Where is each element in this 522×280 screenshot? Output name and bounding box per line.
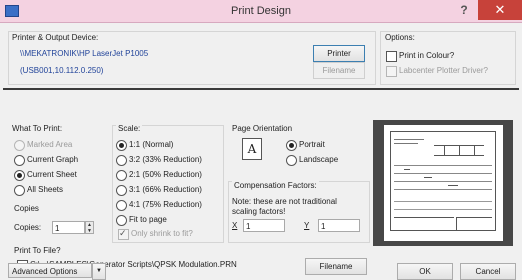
printer-device-address: (USB001,10.112.0.250) (20, 66, 104, 75)
options-group-label: Options: (385, 33, 415, 42)
radio-scale-1-1[interactable] (116, 140, 127, 151)
x-factor-label: X (232, 221, 238, 230)
print-in-colour-label: Print in Colour? (399, 51, 455, 60)
labcenter-plotter-checkbox[interactable] (386, 66, 397, 77)
only-shrink-checkbox[interactable] (118, 228, 129, 240)
landscape-label: Landscape (299, 155, 339, 164)
y-factor-label: Y (304, 221, 310, 230)
radio-portrait[interactable] (286, 140, 297, 151)
scale-2-1-label: 2:1 (50% Reduction) (129, 170, 202, 179)
title-bar: Print Design ? ✕ (0, 0, 522, 23)
advanced-options-dropdown-icon[interactable]: ▼ (92, 263, 106, 280)
close-button[interactable]: ✕ (478, 0, 522, 20)
radio-scale-2-1[interactable] (116, 170, 127, 181)
radio-current-graph[interactable] (14, 155, 25, 166)
printer-device-name: \\MEKATRONIK\HP LaserJet P1005 (20, 49, 149, 58)
copies-spinner[interactable]: ▲ ▼ (85, 221, 94, 234)
x-factor-input[interactable]: 1 (243, 219, 285, 232)
copies-group-label: Copies (14, 204, 39, 213)
printer-group-label: Printer & Output Device: (12, 33, 99, 42)
scale-4-1-label: 4:1 (75% Reduction) (129, 200, 202, 209)
advanced-options-button[interactable]: Advanced Options (8, 263, 92, 278)
radio-all-sheets[interactable] (14, 185, 25, 196)
radio-fit-to-page[interactable] (116, 215, 127, 226)
printer-button[interactable]: Printer (313, 45, 365, 62)
fit-to-page-label: Fit to page (129, 215, 167, 224)
radio-scale-3-2[interactable] (116, 155, 127, 166)
current-sheet-label: Current Sheet (27, 170, 77, 179)
compensation-group-label: Compensation Factors: (232, 181, 319, 190)
scale-3-1-label: 3:1 (66% Reduction) (129, 185, 202, 194)
separator-line (3, 88, 519, 90)
compensation-note: Note: these are not traditional scaling … (232, 197, 337, 216)
what-to-print-label: What To Print: (12, 124, 63, 133)
marked-area-label: Marked Area (27, 140, 73, 149)
only-shrink-label: Only shrink to fit? (131, 229, 193, 238)
printer-filename-button[interactable]: Filename (313, 62, 365, 79)
copies-label: Copies: (14, 223, 42, 232)
preview-page (384, 125, 503, 241)
labcenter-plotter-label: Labcenter Plotter Driver? (399, 66, 488, 75)
portrait-page-icon: A (242, 138, 262, 160)
radio-landscape[interactable] (286, 155, 297, 166)
print-preview-panel (373, 120, 513, 246)
radio-marked-area[interactable] (14, 140, 25, 151)
cancel-button[interactable]: Cancel (460, 263, 516, 280)
portrait-label: Portrait (299, 140, 325, 149)
radio-scale-4-1[interactable] (116, 200, 127, 211)
radio-scale-3-1[interactable] (116, 185, 127, 196)
scale-3-2-label: 3:2 (33% Reduction) (129, 155, 202, 164)
current-graph-label: Current Graph (27, 155, 79, 164)
scale-1-1-label: 1:1 (Normal) (129, 140, 174, 149)
orientation-group-label: Page Orientation (232, 124, 293, 133)
all-sheets-label: All Sheets (27, 185, 64, 194)
window-title: Print Design (231, 5, 291, 17)
scale-group-label: Scale: (116, 124, 143, 133)
print-in-colour-checkbox[interactable] (386, 51, 397, 62)
copies-input[interactable]: 1 (52, 221, 85, 234)
radio-current-sheet[interactable] (14, 170, 25, 181)
print-to-file-filename-button[interactable]: Filename (305, 258, 367, 275)
ok-button[interactable]: OK (397, 263, 453, 280)
help-icon[interactable]: ? (452, 3, 476, 19)
y-factor-input[interactable]: 1 (318, 219, 360, 232)
print-to-file-group-label: Print To File? (14, 246, 61, 255)
